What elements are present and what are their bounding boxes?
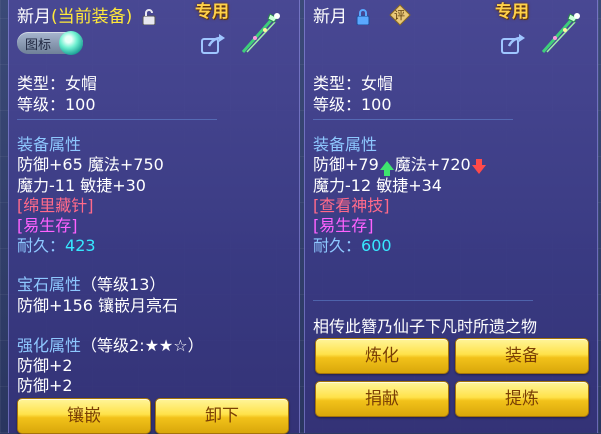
unequip-button[interactable]: 卸下 <box>155 398 289 434</box>
hairpin-item-icon <box>541 13 580 53</box>
refine-button[interactable]: 炼化 <box>315 338 449 374</box>
divider <box>313 119 513 120</box>
item-title: 新月 <box>313 2 370 27</box>
arrow-up-icon <box>379 161 394 176</box>
extract-button[interactable]: 提炼 <box>455 381 589 417</box>
durability-label: 耐久： <box>313 236 362 255</box>
enhance-level: （等级2:★★☆） <box>81 336 204 355</box>
enhance-line-2: 防御+2 <box>17 376 73 395</box>
equip-button[interactable]: 装备 <box>455 338 589 374</box>
donate-button[interactable]: 捐献 <box>315 381 449 417</box>
share-icon[interactable] <box>201 34 225 54</box>
padlock-closed-icon <box>356 9 370 25</box>
icon-toggle-label: 图标 <box>25 38 52 53</box>
compare-item-tooltip: 新月 评 专用 类型：女帽 等级：100 装备属性 防御+79 魔法+720 魔力… <box>304 0 598 433</box>
gem-attr-line: 防御+156 镶嵌月亮石 <box>17 296 179 315</box>
hairpin-item-icon <box>241 13 280 53</box>
equipped-tag: (当前装备) <box>51 7 133 27</box>
durability: 耐久：600 <box>313 232 392 256</box>
inlay-button[interactable]: 镶嵌 <box>17 398 151 434</box>
appraise-badge-icon[interactable]: 评 <box>389 4 411 26</box>
exclusive-label: 专用 <box>495 2 529 22</box>
divider <box>17 119 217 120</box>
icon-toggle-badge[interactable]: 图标 <box>17 31 83 55</box>
share-icon[interactable] <box>501 34 525 54</box>
padlock-open-icon <box>142 9 156 25</box>
durability-value: 423 <box>65 236 96 255</box>
item-name: 新月 <box>17 7 51 27</box>
level-line: 等级：100 <box>313 95 392 114</box>
gem-orb-icon <box>59 31 83 55</box>
divider <box>313 300 533 301</box>
item-title: 新月(当前装备) <box>17 2 156 27</box>
level-line: 等级：100 <box>17 95 96 114</box>
durability: 耐久：423 <box>17 232 96 256</box>
durability-value: 600 <box>361 236 392 255</box>
item-description: 相传此簪乃仙子下凡时所遗之物 <box>313 317 538 336</box>
arrow-down-icon <box>471 158 486 174</box>
item-name: 新月 <box>313 7 347 27</box>
exclusive-label: 专用 <box>195 2 229 22</box>
equipped-item-tooltip: 新月(当前装备) 专用 图标 类型：女帽 等级：100 装备属性 防御+65 魔… <box>8 0 300 434</box>
durability-label: 耐久： <box>17 236 66 255</box>
appraise-badge-label: 评 <box>394 9 405 22</box>
